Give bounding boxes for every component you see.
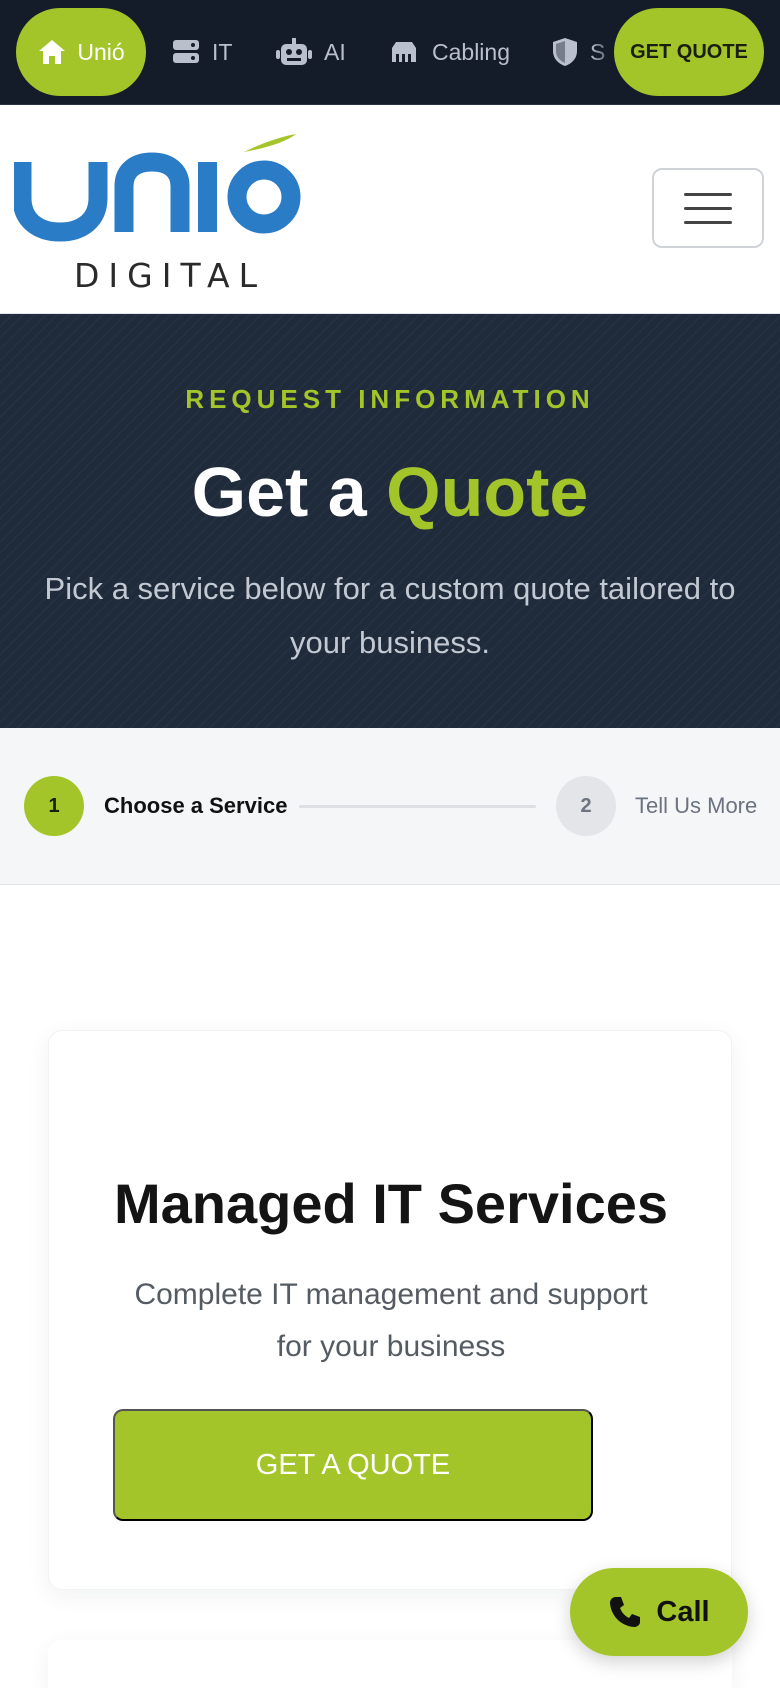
hamburger-icon (684, 220, 732, 224)
page-title-accent: Quote (386, 453, 589, 531)
hamburger-icon (684, 192, 732, 196)
logo-wordmark (14, 134, 301, 242)
shield-icon (553, 38, 577, 66)
network-cabling-icon (392, 42, 416, 62)
logo-subtitle: DIGITAL (74, 256, 267, 295)
site-logo[interactable]: DIGITAL (14, 128, 304, 295)
call-button[interactable]: Call (570, 1568, 748, 1656)
hero-subtitle: Pick a service below for a custom quote … (44, 571, 736, 660)
nav-home-label: Unió (77, 38, 125, 65)
get-quote-nav-label: GET QUOTE (630, 40, 748, 63)
phone-icon (610, 1597, 641, 1627)
step-2-circle: 2 (556, 776, 616, 836)
robot-icon (276, 38, 312, 65)
service-card: Managed IT Services Complete IT manageme… (48, 1030, 732, 1590)
page-title-plain: Get a (191, 453, 367, 531)
server-icon (173, 40, 199, 63)
get-quote-nav-button[interactable]: GET QUOTE (614, 8, 764, 96)
top-nav: Unió IT AI Cabling S (0, 0, 780, 105)
nav-item-label: IT (212, 38, 233, 65)
service-card-description: Complete IT management and support for y… (134, 1278, 648, 1363)
home-icon (39, 40, 66, 64)
service-card-title: Managed IT Services (113, 1172, 668, 1235)
hamburger-icon (684, 206, 732, 210)
nav-item-label: Cabling (432, 38, 510, 65)
nav-item-it[interactable]: IT (172, 30, 232, 74)
hamburger-menu-button[interactable] (652, 168, 764, 248)
hero-section: REQUEST INFORMATION Get a Quote Pick a s… (0, 314, 780, 728)
progress-stepper: 1 Choose a Service 2 Tell Us More (0, 728, 780, 885)
get-a-quote-button[interactable]: GET A QUOTE (113, 1409, 593, 1521)
step-2-label: Tell Us More (635, 793, 758, 818)
hero-eyebrow: REQUEST INFORMATION (185, 384, 595, 414)
step-1-circle: 1 (24, 776, 84, 836)
nav-item-ai[interactable]: AI (276, 30, 346, 74)
nav-item-label: AI (324, 38, 346, 65)
nav-home-button[interactable]: Unió (16, 8, 146, 96)
page-title: Get a Quote (0, 452, 780, 532)
call-label: Call (656, 1595, 710, 1628)
step-connector (299, 805, 536, 808)
step-1-label: Choose a Service (104, 793, 288, 818)
nav-item-cabling[interactable]: Cabling (388, 30, 510, 74)
